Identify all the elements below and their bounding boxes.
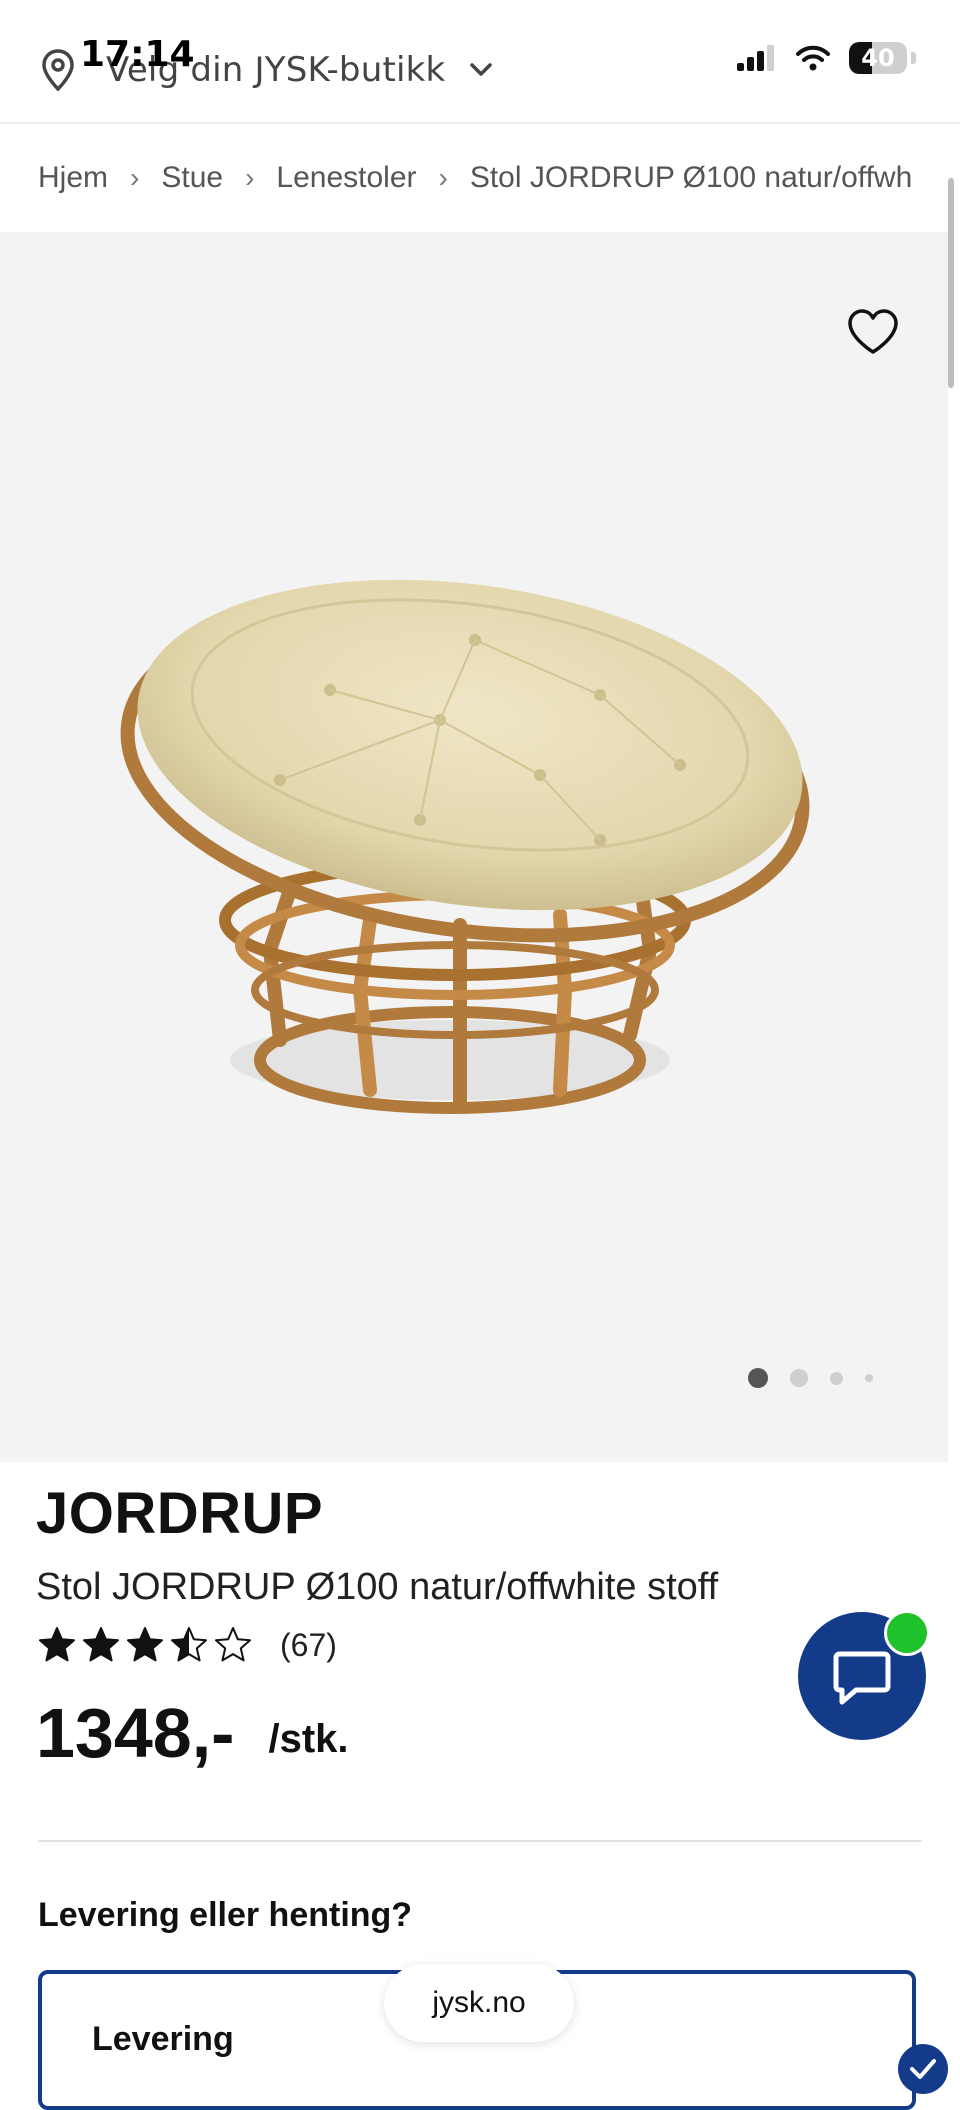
gallery-dot[interactable] bbox=[748, 1368, 768, 1388]
breadcrumb-item-home[interactable]: Hjem bbox=[38, 161, 108, 195]
breadcrumb-item-lenestoler[interactable]: Lenestoler bbox=[276, 161, 416, 195]
star-half-icon bbox=[171, 1627, 207, 1662]
breadcrumb-item-stue[interactable]: Stue bbox=[161, 161, 223, 195]
status-time: 17:14 bbox=[80, 34, 195, 75]
status-icons: 40 bbox=[735, 42, 916, 74]
location-pin-icon bbox=[42, 49, 74, 92]
chat-bubble-icon bbox=[833, 1651, 891, 1705]
page-scrollbar[interactable] bbox=[948, 178, 954, 388]
delivery-option-label: Levering bbox=[92, 2020, 234, 2058]
star-filled-icon bbox=[39, 1627, 75, 1662]
gallery-dot[interactable] bbox=[865, 1374, 873, 1382]
top-bar: Velg din JYSK-butikk 17:14 40 bbox=[0, 0, 960, 124]
browser-url-pill[interactable]: jysk.no bbox=[384, 1964, 574, 2042]
product-image-papasan-chair bbox=[120, 579, 810, 1114]
product-name: Stol JORDRUP Ø100 natur/offwhite stoff bbox=[36, 1566, 719, 1608]
rating-stars bbox=[38, 1626, 258, 1664]
battery-indicator: 40 bbox=[849, 42, 907, 74]
selected-check-icon bbox=[898, 2044, 948, 2094]
star-filled-icon bbox=[127, 1627, 163, 1662]
product-rating[interactable]: (67) bbox=[38, 1626, 337, 1664]
gallery-pagination[interactable] bbox=[748, 1368, 873, 1388]
battery-percent: 40 bbox=[861, 44, 895, 72]
cellular-signal-icon bbox=[737, 45, 774, 71]
star-filled-icon bbox=[83, 1627, 119, 1662]
breadcrumb: Hjem › Stue › Lenestoler › Stol JORDRUP … bbox=[38, 150, 938, 206]
fulfillment-question: Levering eller henting? bbox=[38, 1896, 413, 1934]
product-brand-title: JORDRUP bbox=[36, 1481, 324, 1546]
heart-outline-icon[interactable] bbox=[846, 308, 900, 356]
battery-nub bbox=[911, 52, 916, 64]
chevron-down-icon bbox=[470, 63, 493, 76]
price-amount: 1348,- bbox=[36, 1694, 235, 1772]
breadcrumb-separator-icon: › bbox=[130, 162, 140, 193]
price-unit: /stk. bbox=[268, 1717, 349, 1761]
gallery-dot[interactable] bbox=[790, 1369, 808, 1387]
breadcrumb-separator-icon: › bbox=[438, 162, 448, 193]
chat-button[interactable] bbox=[798, 1610, 930, 1740]
breadcrumb-item-current: Stol JORDRUP Ø100 natur/offwh bbox=[469, 161, 913, 194]
section-divider bbox=[38, 1840, 922, 1842]
breadcrumb-separator-icon: › bbox=[245, 162, 255, 193]
gallery-dot[interactable] bbox=[830, 1371, 843, 1385]
star-empty-icon bbox=[215, 1627, 251, 1662]
wifi-icon bbox=[796, 45, 830, 71]
rating-count: (67) bbox=[280, 1626, 337, 1663]
product-price: 1348,- /stk. bbox=[36, 1698, 349, 1768]
